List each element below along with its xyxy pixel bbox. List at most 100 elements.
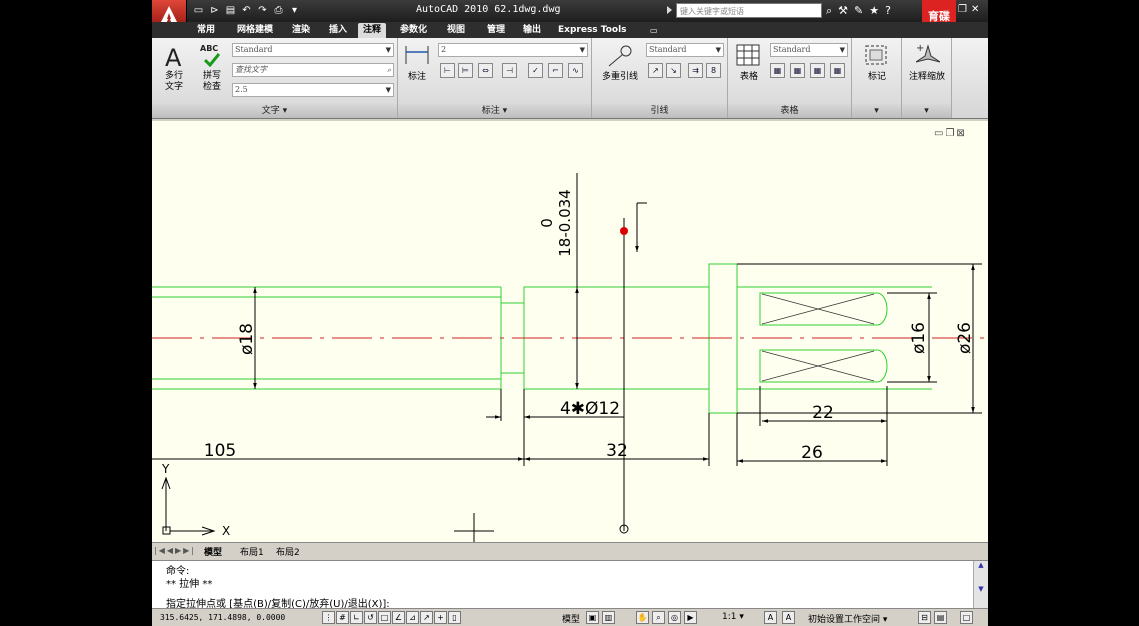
redo-icon[interactable]: ↷	[256, 4, 269, 17]
layout-nav-arrows[interactable]: |◀◀▶▶|	[154, 546, 196, 555]
align-leader-icon[interactable]: ⇉	[688, 63, 703, 78]
extract-data-icon[interactable]: ▦	[770, 63, 785, 78]
table-panel-title[interactable]: 表格	[728, 104, 851, 118]
model-space-label[interactable]: 模型	[562, 612, 580, 625]
osnap-toggle-icon[interactable]: □	[378, 611, 391, 624]
command-scrollbar[interactable]: ▲ ▼	[973, 561, 988, 609]
remove-leader-icon[interactable]: ↘	[666, 63, 681, 78]
tray-settings-icon[interactable]: ▤	[934, 611, 947, 624]
multiline-text-icon[interactable]: A	[164, 44, 186, 70]
ortho-toggle-icon[interactable]: ∟	[350, 611, 363, 624]
annotation-scaling-icon[interactable]: +	[916, 42, 940, 68]
table-icon[interactable]	[736, 44, 760, 66]
find-text-input[interactable]: 查找文字 ⌕	[232, 63, 394, 77]
download-data-icon[interactable]: ▦	[810, 63, 825, 78]
new-file-icon[interactable]: ▭	[192, 4, 205, 17]
spell-check-button[interactable]: 拼写 检查	[196, 71, 228, 93]
dim-update-icon[interactable]: ∿	[568, 63, 583, 78]
markup-panel-title[interactable]: ▾	[852, 104, 901, 118]
save-icon[interactable]: ▤	[224, 4, 237, 17]
restore-icon[interactable]: ❐	[958, 4, 967, 15]
tab-model[interactable]: 模型	[204, 545, 222, 558]
clean-screen-icon[interactable]: □	[960, 611, 973, 624]
multileader-button[interactable]: 多重引线	[596, 72, 644, 83]
open-file-icon[interactable]: ⊳	[208, 4, 221, 17]
tab-parametric[interactable]: 参数化	[395, 23, 432, 38]
annotation-scaling-button[interactable]: 注释缩放	[902, 72, 952, 83]
dim-space-icon[interactable]: ⇔	[478, 63, 493, 78]
tab-manage[interactable]: 管理	[482, 23, 510, 38]
text-panel-title[interactable]: 文字 ▾	[152, 104, 397, 118]
dropdown-arrow-icon: ▼	[385, 46, 391, 54]
markup-button[interactable]: 标记	[856, 72, 898, 83]
grip-point[interactable]	[620, 227, 628, 235]
leader-panel-title[interactable]: 引线	[592, 104, 727, 118]
dim-baseline-icon[interactable]: ⊨	[458, 63, 473, 78]
dim-jog-icon[interactable]: ⌐	[548, 63, 563, 78]
undo-icon[interactable]: ↶	[240, 4, 253, 17]
table-style-select[interactable]: Standard ▼	[770, 43, 848, 57]
multiline-text-button[interactable]: 多行 文字	[158, 71, 190, 93]
markup-icon[interactable]	[864, 44, 888, 66]
dimension-panel-title[interactable]: 标注 ▾	[398, 104, 591, 118]
text-style-select[interactable]: Standard ▼	[232, 43, 394, 57]
layout-paper-icon[interactable]: ▥	[602, 611, 615, 624]
tab-home[interactable]: 常用	[192, 23, 220, 38]
showmotion-icon[interactable]: ▶	[684, 611, 697, 624]
polar-toggle-icon[interactable]: ↺	[364, 611, 377, 624]
annotation-visibility-icon[interactable]: A	[764, 611, 777, 624]
lwt-toggle-icon[interactable]: +	[434, 611, 447, 624]
binoculars-icon[interactable]: ⌕	[826, 4, 832, 18]
tab-insert[interactable]: 插入	[324, 23, 352, 38]
linear-dimension-icon[interactable]	[404, 44, 430, 66]
dim-style-select[interactable]: 2 ▼	[438, 43, 588, 57]
steering-wheel-icon[interactable]: ◎	[668, 611, 681, 624]
tab-view[interactable]: 视图	[442, 23, 470, 38]
ducs-toggle-icon[interactable]: ⊿	[406, 611, 419, 624]
add-leader-icon[interactable]: ↗	[648, 63, 663, 78]
qp-toggle-icon[interactable]: ▯	[448, 611, 461, 624]
dyn-toggle-icon[interactable]: ↗	[420, 611, 433, 624]
find-binoculars-icon[interactable]: ⌕	[387, 64, 391, 76]
dim-continue-icon[interactable]: ⊢	[440, 63, 455, 78]
tab-render[interactable]: 渲染	[287, 23, 315, 38]
tab-layout2[interactable]: 布局2	[276, 545, 300, 558]
workspace-switcher[interactable]: 初始设置工作空间 ▾	[808, 612, 887, 625]
annotation-scale-panel-title[interactable]: ▾	[902, 104, 951, 118]
dim-inspect-icon[interactable]: ✓	[528, 63, 543, 78]
help-icon[interactable]: ?	[885, 4, 891, 18]
help-search-input[interactable]: 键入关键字或短语	[676, 3, 822, 18]
annotation-scale[interactable]: 1:1 ▾	[722, 612, 744, 622]
mleader-style-select[interactable]: Standard ▼	[646, 43, 724, 57]
multileader-icon[interactable]	[606, 44, 634, 68]
plot-icon[interactable]: ⎙	[272, 4, 285, 17]
auto-scale-icon[interactable]: A	[782, 611, 795, 624]
dimension-button[interactable]: 标注	[402, 72, 432, 83]
collect-leader-icon[interactable]: 8	[706, 63, 721, 78]
tools-icon[interactable]: ⚒	[838, 4, 848, 18]
table-button[interactable]: 表格	[732, 72, 766, 83]
tab-output[interactable]: 输出	[518, 23, 546, 38]
snap-toggle-icon[interactable]: ⋮	[322, 611, 335, 624]
close-icon[interactable]: ✕	[971, 4, 979, 15]
qat-dropdown-icon[interactable]: ▾	[288, 4, 301, 17]
grid-toggle-icon[interactable]: #	[336, 611, 349, 624]
tab-express-tools[interactable]: Express Tools	[553, 23, 632, 38]
drawing-canvas[interactable]: ▭❐⊠ ø18 0 18-0.034 4✱Ø12 ø16 ø26 22 105 …	[152, 121, 988, 542]
text-height-select[interactable]: 2.5 ▼	[232, 83, 394, 97]
upload-data-icon[interactable]: ▦	[830, 63, 845, 78]
layout-model-icon[interactable]: ▣	[586, 611, 599, 624]
otrack-toggle-icon[interactable]: ∠	[392, 611, 405, 624]
ribbon-minimize-icon[interactable]: ▭	[645, 23, 663, 38]
dim-break-icon[interactable]: ⊣	[502, 63, 517, 78]
tab-layout1[interactable]: 布局1	[240, 545, 264, 558]
search-expand-icon[interactable]	[667, 6, 672, 14]
link-data-icon[interactable]: ▦	[790, 63, 805, 78]
tab-mesh[interactable]: 网格建模	[232, 23, 278, 38]
favorites-star-icon[interactable]: ★	[869, 4, 879, 18]
lock-icon[interactable]: ⊟	[918, 611, 931, 624]
zoom-icon[interactable]: ⌕	[652, 611, 665, 624]
satellite-icon[interactable]: ✎	[854, 4, 863, 18]
pan-icon[interactable]: ✋	[636, 611, 649, 624]
tab-annotate[interactable]: 注释	[358, 23, 387, 38]
